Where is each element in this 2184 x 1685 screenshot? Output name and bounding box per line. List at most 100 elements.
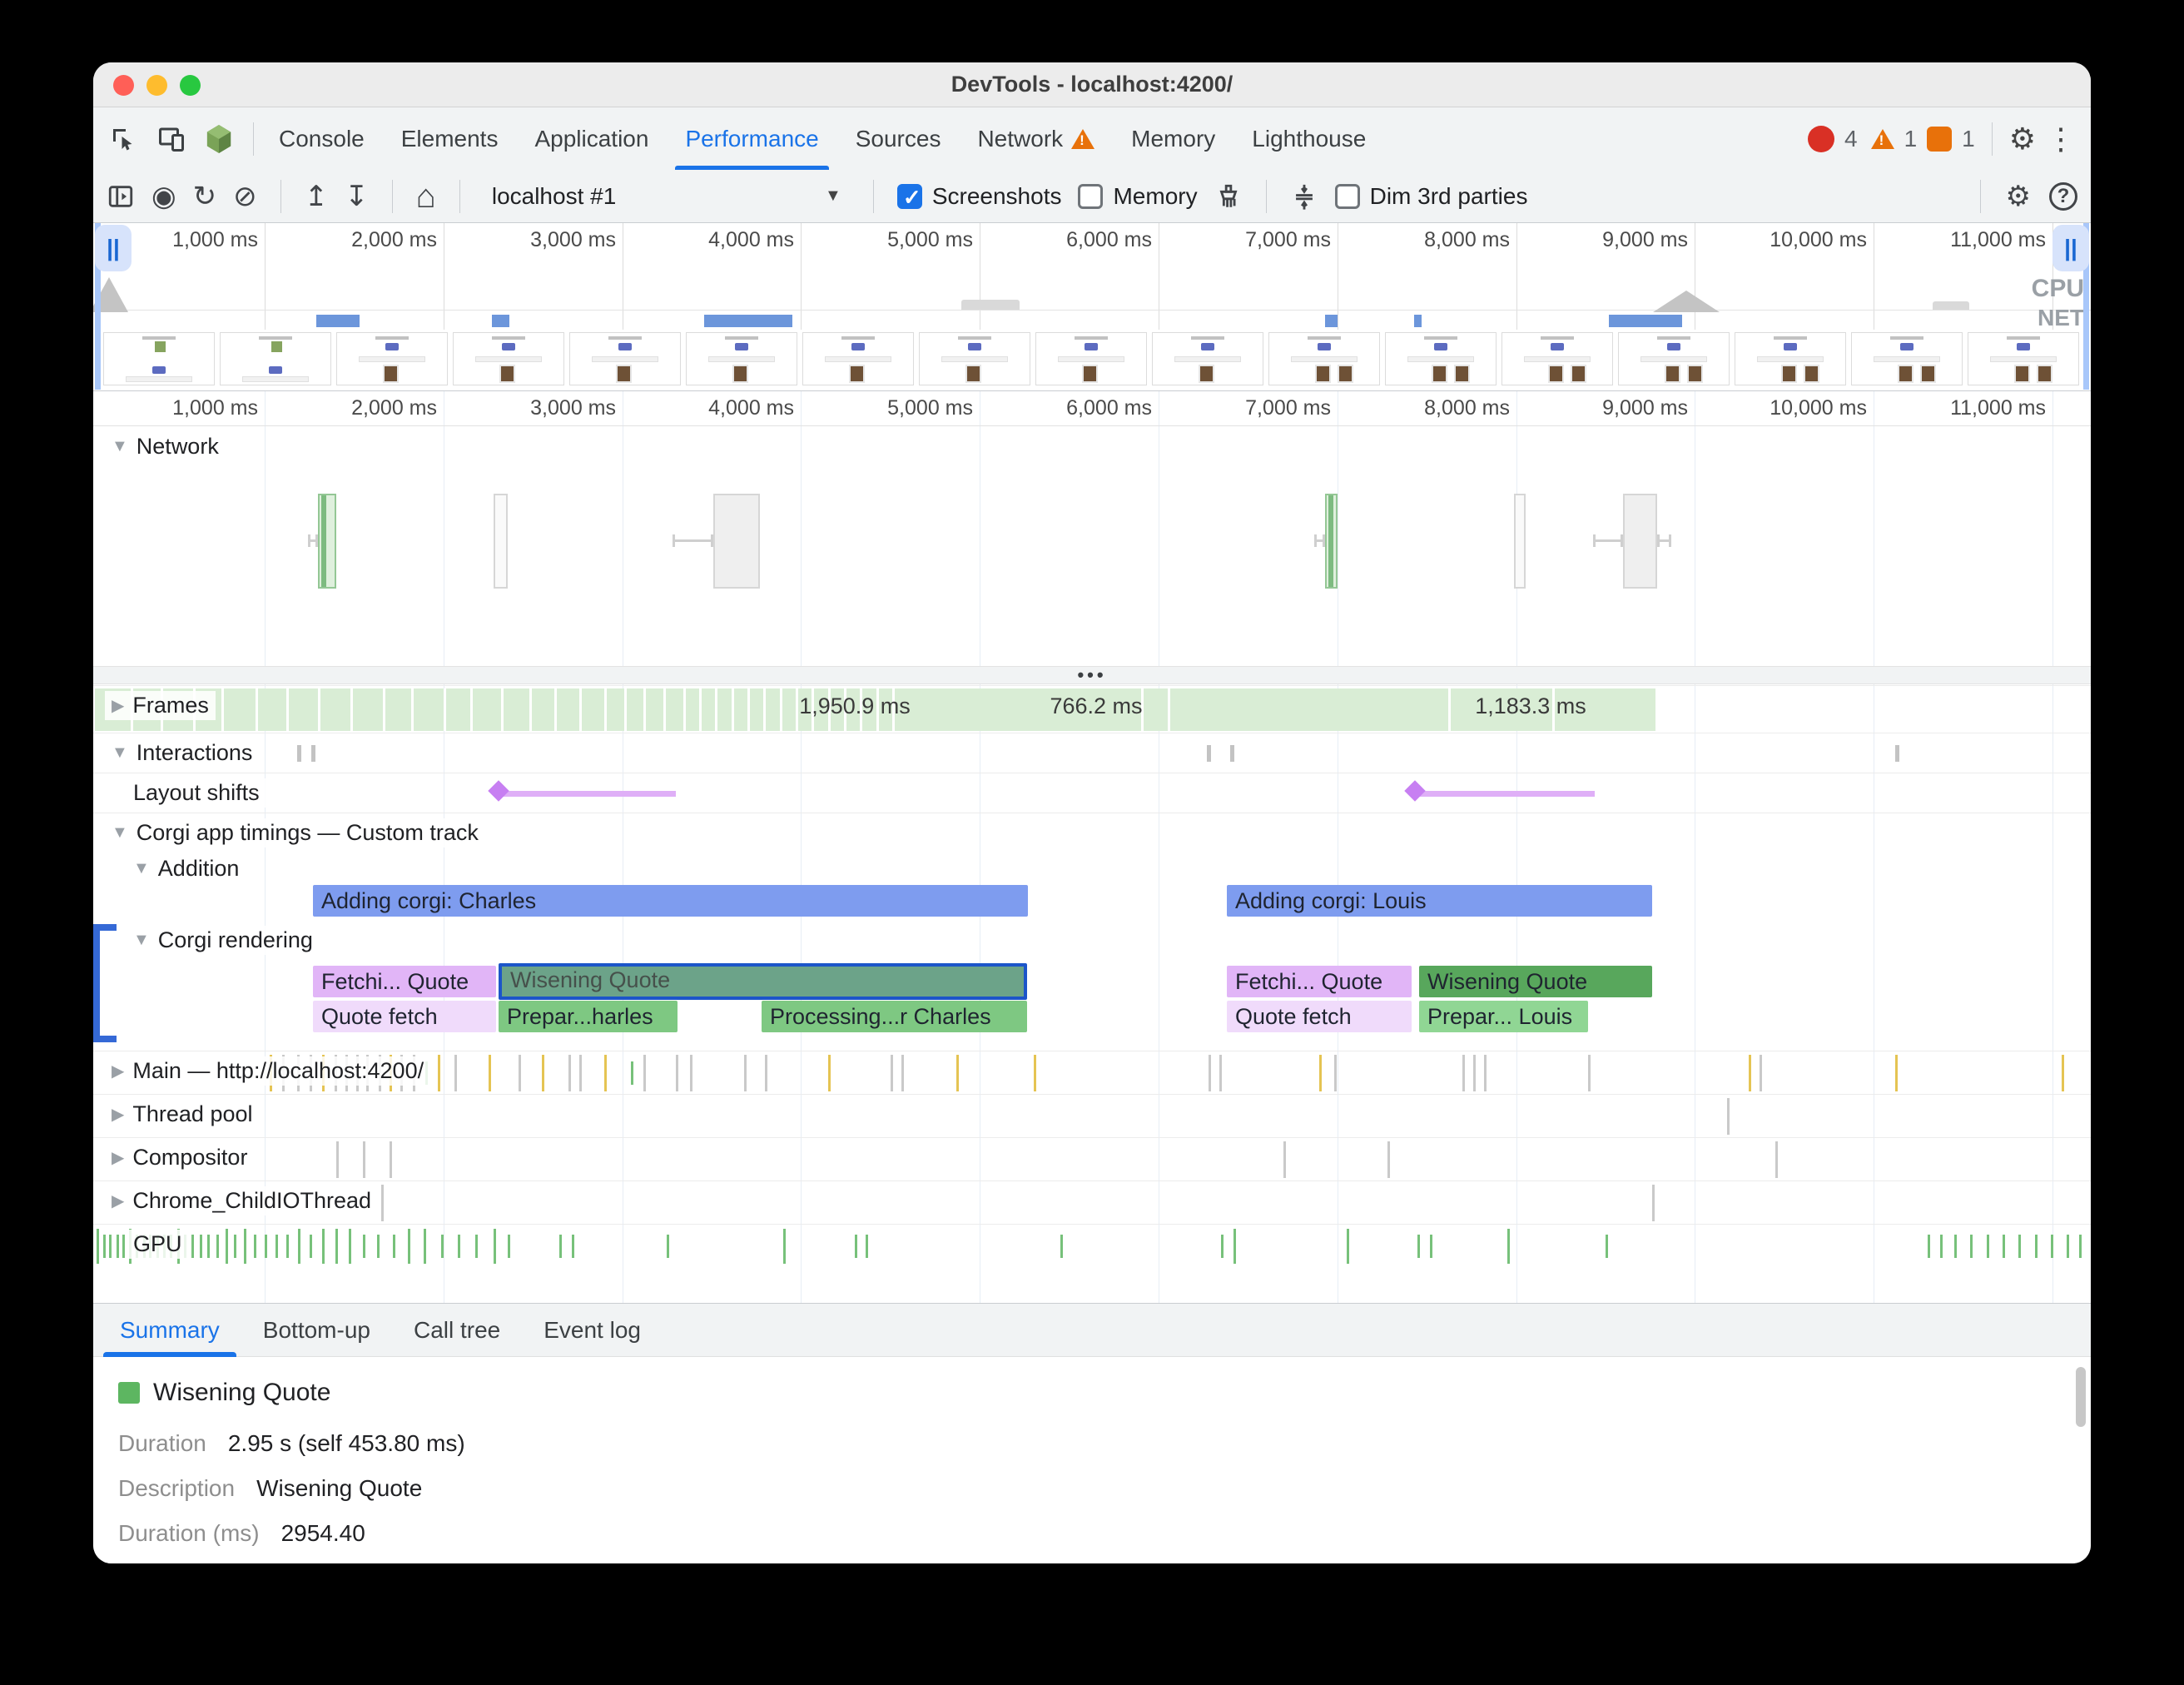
section-drag-handle[interactable]: ••• xyxy=(93,666,2091,684)
filmstrip-screenshot[interactable] xyxy=(1152,332,1263,385)
tab-application[interactable]: Application xyxy=(516,107,667,170)
network-request-bar[interactable] xyxy=(1325,494,1338,589)
filmstrip-screenshot[interactable] xyxy=(1968,332,2079,385)
filmstrip-screenshot[interactable] xyxy=(220,332,331,385)
issues-badge-icon[interactable] xyxy=(1927,127,1952,152)
network-request-bar[interactable] xyxy=(1514,494,1526,589)
dim-3rd-parties-checkbox[interactable] xyxy=(1335,184,1360,209)
reload-and-record-icon[interactable]: ↻ xyxy=(193,182,217,211)
tab-sources[interactable]: Sources xyxy=(837,107,960,170)
filmstrip-screenshot[interactable] xyxy=(1735,332,1846,385)
custom-timing-bar[interactable]: Quote fetch xyxy=(313,1001,496,1032)
maximize-window-button[interactable] xyxy=(180,75,201,96)
thumb-title-line xyxy=(958,336,991,340)
track-label-thread[interactable]: ▶Chrome_ChildIOThread xyxy=(105,1186,378,1215)
timeline-main[interactable]: 1,000 ms2,000 ms3,000 ms4,000 ms5,000 ms… xyxy=(93,391,2091,1303)
range-handle-left[interactable]: || xyxy=(95,225,132,271)
thread-activity-tick xyxy=(1462,1055,1465,1091)
summary-scrollbar[interactable] xyxy=(2076,1367,2086,1427)
custom-timing-bar[interactable]: Fetchi... Quote xyxy=(1227,966,1412,997)
filmstrip-screenshot[interactable] xyxy=(1618,332,1730,385)
filmstrip-screenshot[interactable] xyxy=(686,332,797,385)
error-badge-icon[interactable] xyxy=(1808,126,1834,152)
custom-timing-bar[interactable]: Processing...r Charles xyxy=(762,1001,1027,1032)
filmstrip-screenshot[interactable] xyxy=(1851,332,1963,385)
custom-timing-bar[interactable]: Prepar...harles xyxy=(499,1001,678,1032)
track-label-frames[interactable]: ▶Frames xyxy=(105,691,216,720)
network-request-bar[interactable] xyxy=(713,494,760,589)
close-window-button[interactable] xyxy=(113,75,134,96)
help-icon[interactable]: ? xyxy=(2049,182,2077,211)
track-label-thread[interactable]: ▶Main — http://localhost:4200/ xyxy=(105,1056,430,1086)
filmstrip-screenshot[interactable] xyxy=(569,332,681,385)
toggle-sidebar-icon[interactable] xyxy=(107,182,135,211)
thread-activity-tick xyxy=(783,1229,786,1264)
filmstrip-screenshot[interactable] xyxy=(103,332,215,385)
garbage-collect-icon[interactable] xyxy=(1214,182,1243,211)
track-label-network[interactable]: ▼Network xyxy=(105,432,226,461)
capture-settings-gear-icon[interactable]: ⚙ xyxy=(2006,182,2031,211)
details-tab-event-log[interactable]: Event log xyxy=(522,1303,663,1357)
filmstrip-screenshot[interactable] xyxy=(1385,332,1497,385)
settings-gear-icon[interactable]: ⚙ xyxy=(2009,124,2036,154)
history-select[interactable]: localhost #1 ▼ xyxy=(484,183,850,210)
record-icon[interactable]: ◉ xyxy=(151,182,176,211)
network-request-bar[interactable] xyxy=(1623,494,1657,589)
extension-hexagon-icon[interactable] xyxy=(205,123,233,155)
filmstrip-screenshot[interactable] xyxy=(802,332,914,385)
filmstrip-screenshot[interactable] xyxy=(336,332,448,385)
screenshots-checkbox-row[interactable]: Screenshots xyxy=(897,183,1062,210)
chevron-down-icon: ▼ xyxy=(133,931,150,950)
tab-performance[interactable]: Performance xyxy=(667,107,836,170)
screenshots-checkbox[interactable] xyxy=(897,184,922,209)
memory-checkbox[interactable] xyxy=(1078,184,1103,209)
track-label-thread[interactable]: GPU xyxy=(127,1230,189,1259)
timeline-overview[interactable]: 1,000 ms2,000 ms3,000 ms4,000 ms5,000 ms… xyxy=(93,223,2091,391)
memory-checkbox-row[interactable]: Memory xyxy=(1078,183,1197,210)
device-toolbar-icon[interactable] xyxy=(156,124,186,154)
download-profile-icon[interactable]: ↧ xyxy=(345,182,369,211)
track-label-thread[interactable]: ▶Compositor xyxy=(105,1143,254,1172)
track-label-custom-header[interactable]: ▼Corgi app timings — Custom track xyxy=(105,818,485,847)
tab-network[interactable]: Network xyxy=(959,107,1113,170)
clear-icon[interactable]: ⊘ xyxy=(233,182,257,211)
more-options-kebab-icon[interactable]: ⋮ xyxy=(2046,124,2076,154)
details-tab-summary[interactable]: Summary xyxy=(98,1303,241,1357)
upload-profile-icon[interactable]: ↥ xyxy=(305,182,329,211)
filmstrip-screenshot[interactable] xyxy=(1035,332,1147,385)
track-label-addition[interactable]: ▼Addition xyxy=(127,854,246,883)
custom-timing-bar[interactable]: Adding corgi: Louis xyxy=(1227,885,1652,917)
track-label-layout-shifts[interactable]: Layout shifts xyxy=(127,778,266,808)
track-label-corgi-rendering[interactable]: ▼Corgi rendering xyxy=(127,926,320,955)
track-label-thread[interactable]: ▶Thread pool xyxy=(105,1100,260,1129)
dim-3rd-parties-checkbox-row[interactable]: Dim 3rd parties xyxy=(1335,183,1528,210)
inspect-element-icon[interactable] xyxy=(108,124,138,154)
filmstrip-screenshot[interactable] xyxy=(1268,332,1380,385)
layout-shift-marker[interactable] xyxy=(1404,780,1425,801)
details-tab-bottom-up[interactable]: Bottom-up xyxy=(241,1303,392,1357)
custom-timing-bar[interactable]: Prepar... Louis xyxy=(1419,1001,1588,1032)
details-tab-call-tree[interactable]: Call tree xyxy=(392,1303,522,1357)
track-label-interactions[interactable]: ▼Interactions xyxy=(105,738,259,768)
home-icon[interactable]: ⌂ xyxy=(416,180,436,213)
thread-activity-tick xyxy=(441,1235,444,1258)
custom-timing-bar[interactable]: Quote fetch xyxy=(1227,1001,1412,1032)
filmstrip-screenshot[interactable] xyxy=(453,332,564,385)
layout-shift-marker[interactable] xyxy=(488,780,509,801)
warning-badge-icon[interactable] xyxy=(1871,129,1894,149)
custom-timing-bar[interactable]: Wisening Quote xyxy=(499,963,1027,1000)
custom-timing-bar[interactable]: Wisening Quote xyxy=(1419,966,1652,997)
tab-memory[interactable]: Memory xyxy=(1113,107,1233,170)
filmstrip-screenshot[interactable] xyxy=(919,332,1030,385)
minimize-window-button[interactable] xyxy=(146,75,167,96)
custom-timing-bar[interactable]: Adding corgi: Charles xyxy=(313,885,1028,917)
filmstrip-screenshot[interactable] xyxy=(1502,332,1613,385)
collapse-sections-icon[interactable] xyxy=(1290,182,1318,211)
tab-lighthouse[interactable]: Lighthouse xyxy=(1233,107,1384,170)
network-request-bar[interactable] xyxy=(494,494,508,589)
network-request-bar[interactable] xyxy=(318,494,336,589)
tab-elements[interactable]: Elements xyxy=(383,107,517,170)
range-handle-right[interactable]: || xyxy=(2052,225,2089,271)
tab-console[interactable]: Console xyxy=(261,107,383,170)
custom-timing-bar[interactable]: Fetchi... Quote xyxy=(313,966,496,997)
